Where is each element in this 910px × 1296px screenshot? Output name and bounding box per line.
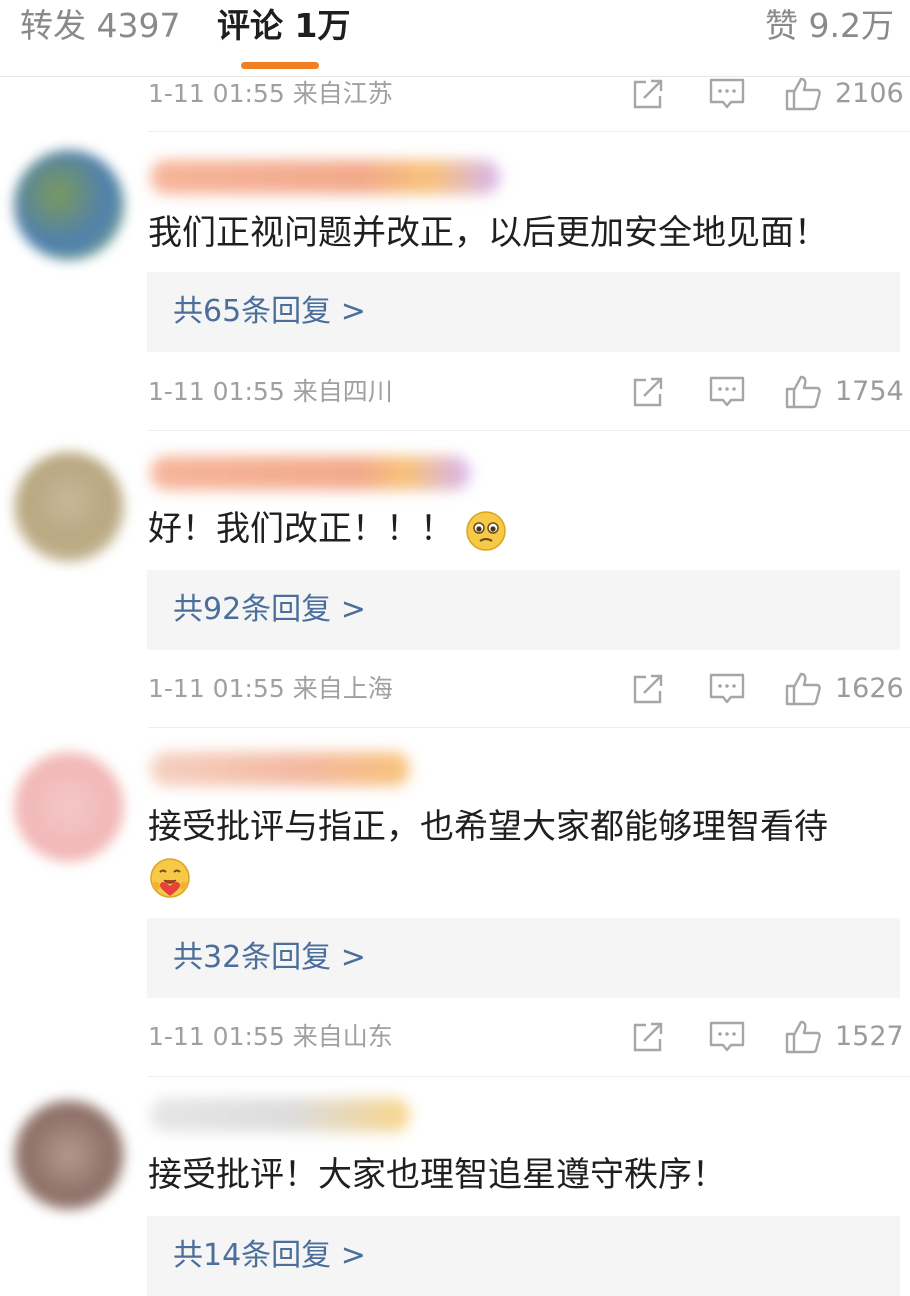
avatar[interactable] xyxy=(14,752,124,862)
comment-text: 接受批评！大家也理智追星遵守秩序！ xyxy=(148,1155,726,1195)
comment-meta-row: 1-11 01:55 来自山东 1527 xyxy=(0,1013,910,1061)
avatar[interactable] xyxy=(14,1100,124,1210)
comment-timestamp: 1-11 01:55 来自四川 xyxy=(148,377,393,406)
replies-count-link: 共32条回复 > xyxy=(173,940,366,975)
like-count: 1754 xyxy=(835,376,904,407)
username-blurred[interactable] xyxy=(150,160,500,194)
pleading-face-emoji xyxy=(466,510,506,551)
comment-reply-icon[interactable] xyxy=(707,374,747,410)
comment-meta-row: 1-11 01:55 来自上海 1626 xyxy=(0,665,910,713)
tab-comments[interactable]: 评论 1万 xyxy=(217,6,350,46)
thumbs-up-icon xyxy=(785,375,821,409)
avatar[interactable] xyxy=(14,150,124,260)
active-tab-indicator xyxy=(241,62,319,69)
thumbs-up-icon xyxy=(785,77,821,111)
comment-timestamp: 1-11 01:55 来自上海 xyxy=(148,674,393,703)
like-button[interactable]: 1754 xyxy=(784,374,904,410)
comment-text: 好！我们改正！！！ xyxy=(148,502,507,556)
tab-likes[interactable]: 赞 9.2万 xyxy=(765,6,894,46)
like-count: 1626 xyxy=(835,673,904,704)
replies-count-link: 共92条回复 > xyxy=(173,592,366,627)
like-count: 2106 xyxy=(835,78,904,109)
divider xyxy=(148,430,910,431)
comment-timestamp: 1-11 01:55 来自山东 xyxy=(148,1022,393,1051)
username-blurred[interactable] xyxy=(150,1098,410,1132)
replies-count-link: 共65条回复 > xyxy=(173,294,366,329)
avatar[interactable] xyxy=(14,452,124,562)
thumbs-up-icon xyxy=(785,672,821,706)
like-button[interactable]: 1527 xyxy=(784,1019,904,1055)
comment-reply-icon[interactable] xyxy=(707,671,747,707)
view-replies-button[interactable]: 共14条回复 > xyxy=(147,1216,900,1296)
divider xyxy=(148,131,910,132)
comment-reply-icon[interactable] xyxy=(707,76,747,112)
comment-tabs-bar: 转发 4397 评论 1万 赞 9.2万 xyxy=(0,0,910,77)
share-icon[interactable] xyxy=(630,374,666,410)
divider xyxy=(148,727,910,728)
comment-text: 接受批评与指正，也希望大家都能够理智看待 xyxy=(148,807,828,847)
share-icon[interactable] xyxy=(630,76,666,112)
like-count: 1527 xyxy=(835,1021,904,1052)
share-icon[interactable] xyxy=(630,1019,666,1055)
comment-timestamp: 1-11 01:55 来自江苏 xyxy=(148,79,393,108)
hugging-heart-face-emoji xyxy=(150,858,190,898)
username-blurred[interactable] xyxy=(150,456,470,490)
like-button[interactable]: 1626 xyxy=(784,671,904,707)
comment-text: 我们正视问题并改正，以后更加安全地见面！ xyxy=(148,213,828,253)
tab-forward[interactable]: 转发 4397 xyxy=(20,6,180,46)
like-button[interactable]: 2106 xyxy=(784,76,904,112)
divider xyxy=(148,1076,910,1077)
comment-meta-row: 1-11 01:55 来自四川 1754 xyxy=(0,368,910,416)
share-icon[interactable] xyxy=(630,671,666,707)
comment-meta-row: 1-11 01:55 来自江苏 2106 xyxy=(0,70,910,118)
thumbs-up-icon xyxy=(785,1020,821,1054)
comment-emoji-line xyxy=(148,856,192,900)
view-replies-button[interactable]: 共92条回复 > xyxy=(147,570,900,650)
comment-reply-icon[interactable] xyxy=(707,1019,747,1055)
view-replies-button[interactable]: 共32条回复 > xyxy=(147,918,900,998)
view-replies-button[interactable]: 共65条回复 > xyxy=(147,272,900,352)
username-blurred[interactable] xyxy=(150,752,410,786)
replies-count-link: 共14条回复 > xyxy=(173,1238,366,1273)
